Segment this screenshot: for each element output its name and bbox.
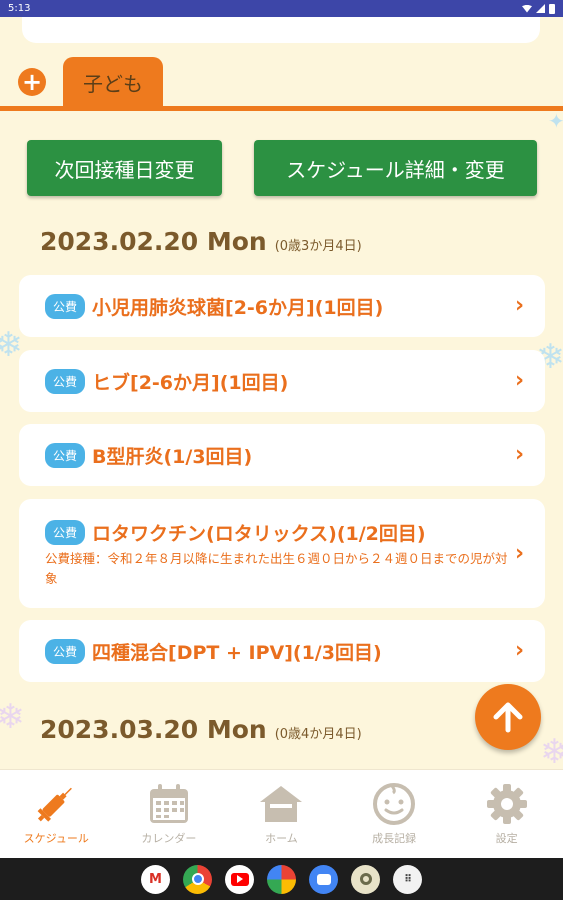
child-age: (0歳3か月4日) bbox=[274, 239, 362, 254]
chevron-right-icon: › bbox=[515, 638, 525, 663]
nav-item-home[interactable]: ホーム bbox=[225, 770, 338, 858]
public-funding-badge: 公費 bbox=[45, 293, 86, 319]
nav-label-home: ホーム bbox=[265, 832, 298, 845]
chevron-right-icon: › bbox=[515, 442, 525, 467]
vaccine-card[interactable]: 公費 B型肝炎(1/3回目) › bbox=[19, 424, 545, 486]
public-funding-badge: 公費 bbox=[45, 519, 86, 545]
public-funding-badge: 公費 bbox=[45, 442, 86, 468]
change-next-date-button[interactable]: 次回接種日変更 bbox=[27, 140, 222, 196]
nav-item-settings[interactable]: 設定 bbox=[450, 770, 563, 858]
vaccine-name: 四種混合[DPT + IPV](1/3回目) bbox=[92, 641, 382, 664]
youtube-icon[interactable] bbox=[225, 864, 254, 894]
nav-item-calendar[interactable]: カレンダー bbox=[113, 770, 226, 858]
syringe-icon bbox=[32, 782, 80, 826]
gmail-icon[interactable]: M bbox=[141, 864, 170, 894]
wifi-icon bbox=[522, 4, 532, 13]
chevron-right-icon: › bbox=[515, 368, 525, 393]
add-child-button[interactable]: + bbox=[18, 68, 46, 96]
public-funding-badge: 公費 bbox=[45, 368, 86, 394]
vaccine-card[interactable]: 公費 小児用肺炎球菌[2-6か月](1回目) › bbox=[19, 275, 545, 337]
signal-icon bbox=[536, 4, 545, 13]
nav-label-calendar: カレンダー bbox=[141, 832, 197, 845]
vaccine-name: 小児用肺炎球菌[2-6か月](1回目) bbox=[92, 296, 384, 319]
top-card bbox=[22, 17, 540, 43]
vaccine-card[interactable]: 公費 ヒブ[2-6か月](1回目) › bbox=[19, 350, 545, 412]
gear-icon bbox=[485, 782, 529, 826]
baby-face-icon bbox=[372, 782, 416, 826]
chevron-right-icon: › bbox=[515, 293, 525, 318]
chrome-icon[interactable] bbox=[183, 864, 212, 894]
schedule-date: 2023.02.20 Mon bbox=[40, 227, 267, 256]
tab-child[interactable]: 子ども bbox=[63, 57, 163, 107]
public-funding-badge: 公費 bbox=[45, 638, 86, 664]
photos-icon[interactable] bbox=[267, 864, 296, 894]
schedule-date-header: 2023.02.20 Mon (0歳3か月4日) bbox=[40, 227, 362, 256]
calendar-icon bbox=[147, 782, 191, 826]
status-time: 5:13 bbox=[8, 3, 31, 14]
vaccine-name: ヒブ[2-6か月](1回目) bbox=[92, 371, 289, 394]
nav-label-growth: 成長記録 bbox=[372, 832, 417, 845]
tab-underline bbox=[0, 106, 563, 111]
app-drawer-icon[interactable]: ⠿ bbox=[393, 864, 422, 894]
vaccine-name: ロタワクチン(ロタリックス)(1/2回目) bbox=[92, 522, 426, 545]
nav-label-schedule: スケジュール bbox=[23, 832, 89, 845]
snowflake-decoration-icon: ✦ bbox=[548, 109, 563, 133]
snowflake-decoration-icon: ❄ bbox=[540, 732, 563, 769]
system-taskbar: M ⠿ bbox=[0, 858, 563, 900]
scroll-to-top-button[interactable] bbox=[475, 684, 541, 750]
nav-label-settings: 設定 bbox=[495, 832, 518, 845]
bottom-navigation: スケジュール カレンダー ホーム 成長記録 設定 bbox=[0, 769, 563, 858]
status-icons bbox=[522, 3, 555, 14]
schedule-date-header: 2023.03.20 Mon (0歳4か月4日) bbox=[40, 715, 362, 744]
battery-icon bbox=[549, 3, 555, 14]
schedule-screen: ❄ ❄ ❄ ❄ ✦ + 子ども 次回接種日変更 スケジュール詳細・変更 2023… bbox=[0, 17, 563, 769]
arrow-up-icon bbox=[493, 702, 523, 733]
chevron-right-icon: › bbox=[515, 540, 525, 566]
home-icon bbox=[258, 782, 304, 826]
schedule-detail-button[interactable]: スケジュール詳細・変更 bbox=[254, 140, 537, 196]
camera-icon[interactable] bbox=[351, 864, 380, 894]
vaccine-card[interactable]: 公費 四種混合[DPT + IPV](1/3回目) › bbox=[19, 620, 545, 682]
messages-icon[interactable] bbox=[309, 864, 338, 894]
schedule-date: 2023.03.20 Mon bbox=[40, 715, 267, 744]
nav-item-growth[interactable]: 成長記録 bbox=[338, 770, 451, 858]
child-age: (0歳4か月4日) bbox=[274, 727, 362, 742]
nav-item-schedule[interactable]: スケジュール bbox=[0, 770, 113, 858]
vaccine-name: B型肝炎(1/3回目) bbox=[92, 445, 253, 468]
snowflake-decoration-icon: ❄ bbox=[0, 697, 25, 737]
child-tabs: + 子ども bbox=[0, 56, 563, 108]
status-bar: 5:13 bbox=[0, 0, 563, 17]
vaccine-note: 公費接種：令和２年８月以降に生まれた出生６週０日から２４週０日までの児が対象 bbox=[45, 550, 508, 586]
vaccine-card[interactable]: 公費 ロタワクチン(ロタリックス)(1/2回目) 公費接種：令和２年８月以降に生… bbox=[19, 499, 545, 608]
